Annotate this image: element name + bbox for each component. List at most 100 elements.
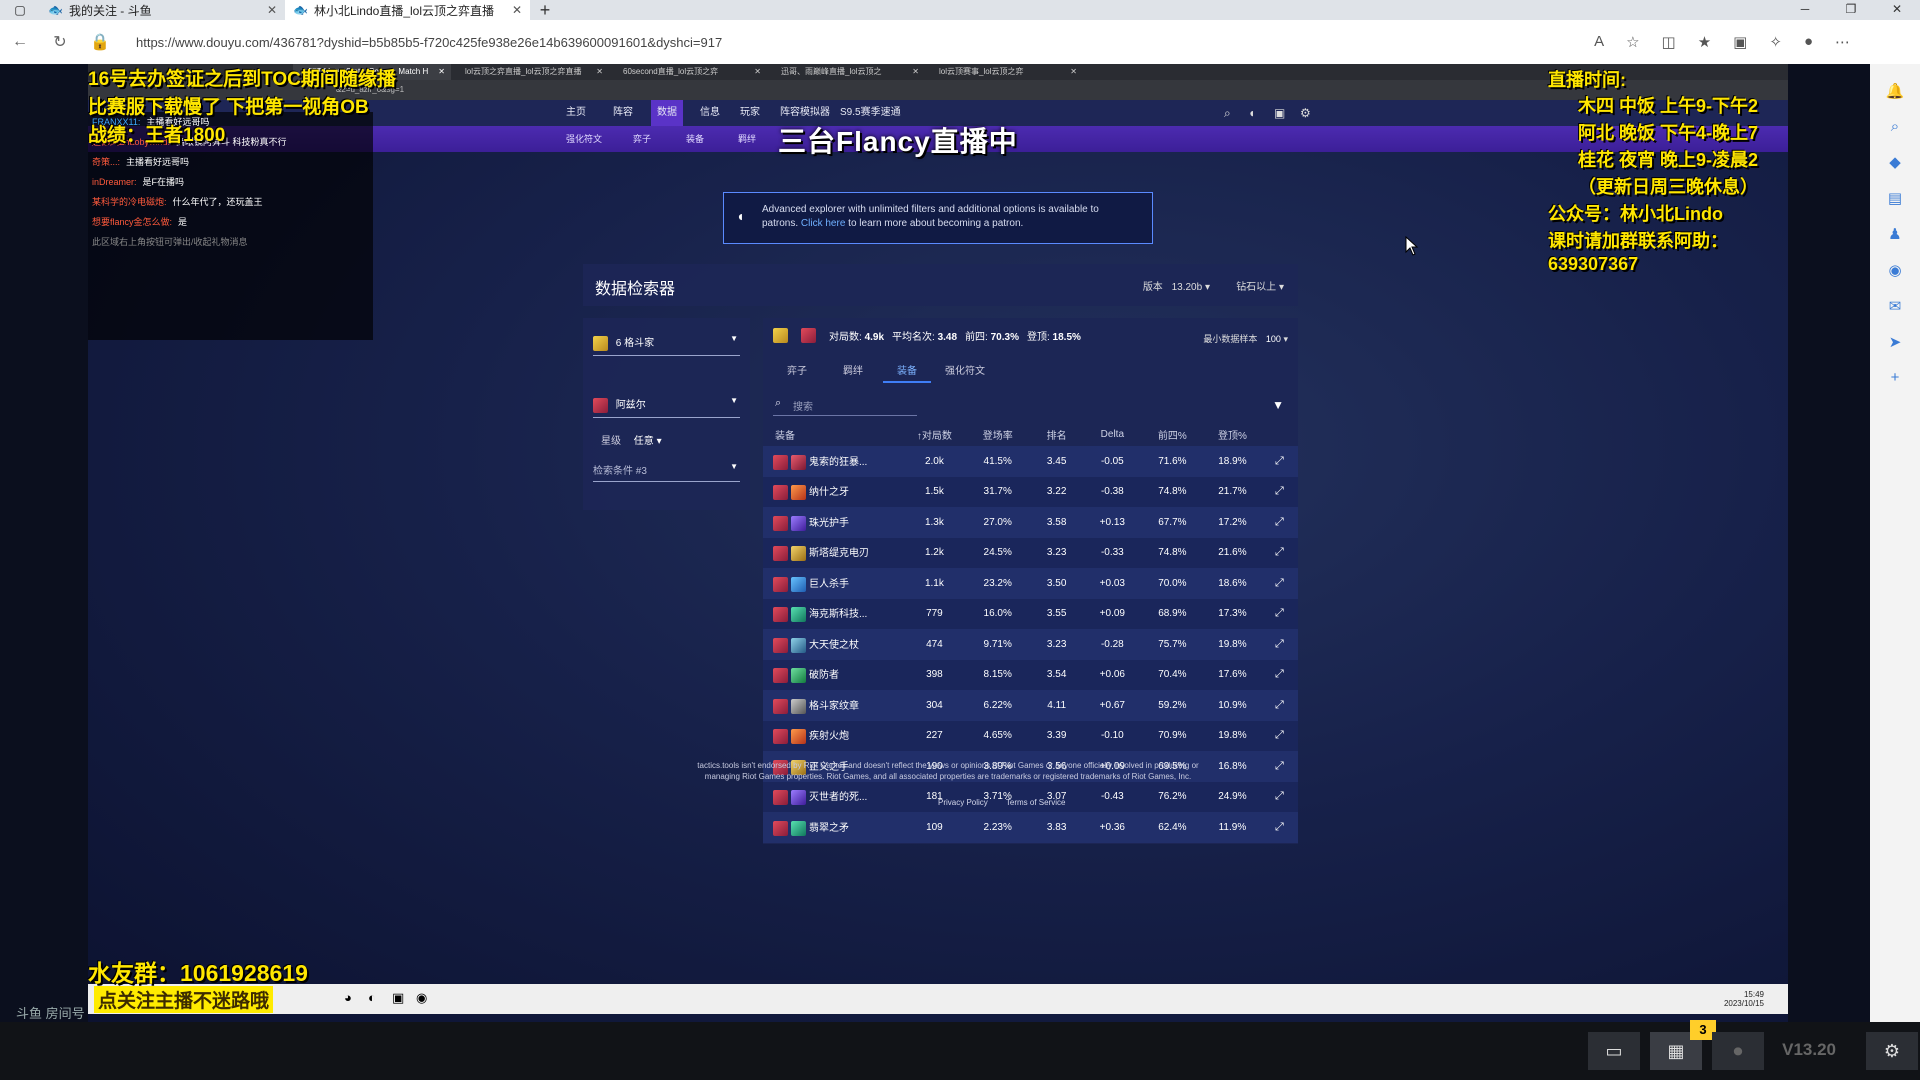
- table-row[interactable]: 珠光护手 1.3k 27.0% 3.58 +0.13 67.7% 17.2% ⤢: [763, 507, 1298, 538]
- favorite-icon[interactable]: ☆: [1626, 33, 1639, 51]
- collections-icon[interactable]: ▣: [1733, 33, 1747, 51]
- expand-icon[interactable]: ⤢: [1275, 577, 1284, 589]
- close-icon[interactable]: ✕: [596, 64, 603, 80]
- privacy-link[interactable]: Privacy Policy: [938, 798, 988, 807]
- col-top4[interactable]: 前四%: [1141, 422, 1204, 446]
- office-icon[interactable]: ◉: [1870, 261, 1920, 279]
- patreon-icon[interactable]: ◖: [1248, 100, 1255, 126]
- chat-username[interactable]: 某科学的冷电磁炮:: [92, 197, 167, 207]
- inner-tab[interactable]: lol云顶之弈直播_lol云顶之弈直播 ✕: [451, 64, 609, 80]
- edge-icon[interactable]: ◕: [344, 990, 352, 1005]
- table-row[interactable]: 翡翠之矛 109 2.23% 3.83 +0.36 62.4% 11.9% ⤢: [763, 812, 1298, 843]
- subnav-items[interactable]: 装备: [686, 126, 704, 152]
- table-row[interactable]: 巨人杀手 1.1k 23.2% 3.50 +0.03 70.0% 18.6% ⤢: [763, 568, 1298, 599]
- search-input[interactable]: ⌕ 搜索: [773, 397, 917, 416]
- expand-icon[interactable]: ⤢: [1275, 607, 1284, 619]
- col-item[interactable]: 装备: [763, 422, 903, 446]
- chat-username[interactable]: 想要flancy金怎么做:: [92, 217, 172, 227]
- subnav-units[interactable]: 弈子: [633, 126, 651, 152]
- stream-player[interactable]: TFT Meta, Stats, Comps, Match H ✕ lol云顶之弈…: [0, 64, 1870, 1022]
- table-row[interactable]: 灭世者的死... 181 3.71% 3.07 -0.43 76.2% 24.9% ⤢: [763, 781, 1298, 812]
- nav-players[interactable]: 玩家: [740, 100, 760, 126]
- expand-icon[interactable]: ⤢: [1275, 546, 1284, 558]
- settings-gear-button[interactable]: ⚙: [1866, 1032, 1918, 1070]
- col-place[interactable]: 排名: [1029, 422, 1084, 446]
- tab-items[interactable]: 装备: [883, 362, 931, 383]
- favorites-icon[interactable]: ★: [1698, 33, 1711, 51]
- table-row[interactable]: 斯塔缇克电刃 1.2k 24.5% 3.23 -0.33 74.8% 21.6% ⤢: [763, 537, 1298, 568]
- split-screen-icon[interactable]: ◫: [1662, 33, 1676, 51]
- lol-icon[interactable]: ◐: [368, 990, 376, 1005]
- window-menu-icon[interactable]: ▢: [0, 3, 40, 17]
- expand-icon[interactable]: ⤢: [1275, 699, 1284, 711]
- expand-icon[interactable]: ⤢: [1275, 485, 1284, 497]
- expand-icon[interactable]: ⤢: [1275, 455, 1284, 467]
- extensions-icon[interactable]: ✧: [1769, 33, 1782, 51]
- close-icon[interactable]: ✕: [1070, 64, 1077, 80]
- expand-icon[interactable]: ⤢: [1275, 516, 1284, 528]
- nav-comps[interactable]: 阵容: [613, 100, 633, 126]
- close-icon[interactable]: ✕: [754, 64, 761, 80]
- col-games[interactable]: ↑对局数: [903, 422, 966, 446]
- chat-bubble-button[interactable]: ▭: [1588, 1032, 1640, 1070]
- terms-link[interactable]: Terms of Service: [1006, 798, 1066, 807]
- close-window-button[interactable]: ✕: [1874, 0, 1920, 20]
- tab-traits[interactable]: 羁绊: [843, 362, 863, 377]
- close-icon[interactable]: ✕: [438, 64, 445, 80]
- new-tab-button[interactable]: +: [530, 0, 560, 21]
- table-row[interactable]: 大天使之杖 474 9.71% 3.23 -0.28 75.7% 19.8% ⤢: [763, 629, 1298, 660]
- microphone-button[interactable]: ⏺: [1712, 1032, 1764, 1070]
- toolbox-icon[interactable]: ▤: [1870, 189, 1920, 207]
- nav-info[interactable]: 信息: [700, 100, 720, 126]
- url-text[interactable]: https://www.douyu.com/436781?dyshid=b5b8…: [136, 35, 722, 50]
- filter-icon[interactable]: ▼: [1272, 398, 1284, 412]
- gear-icon[interactable]: ⚙: [1300, 100, 1311, 126]
- expand-icon[interactable]: ⤢: [1275, 668, 1284, 680]
- col-win[interactable]: 登顶%: [1204, 422, 1261, 446]
- search-icon[interactable]: ⌕: [1870, 118, 1920, 135]
- back-icon[interactable]: ←: [0, 33, 40, 51]
- inner-tab[interactable]: lol云顶赛事_lol云顶之弈 ✕: [925, 64, 1083, 80]
- table-row[interactable]: 疾射火炮 227 4.65% 3.39 -0.10 70.9% 19.8% ⤢: [763, 720, 1298, 751]
- nav-home[interactable]: 主页: [566, 100, 586, 126]
- chat-username[interactable]: 奇策...:: [92, 157, 120, 167]
- more-icon[interactable]: ⋯: [1835, 33, 1850, 51]
- refresh-icon[interactable]: ↻: [40, 32, 80, 52]
- add-icon[interactable]: +: [1870, 369, 1920, 386]
- tag-icon[interactable]: ◆: [1870, 153, 1920, 171]
- close-icon[interactable]: ✕: [267, 3, 277, 17]
- table-row[interactable]: 破防者 398 8.15% 3.54 +0.06 70.4% 17.6% ⤢: [763, 659, 1298, 690]
- unit-filter[interactable]: 阿兹尔 ▼: [593, 396, 740, 418]
- search-icon[interactable]: ⌕: [1224, 100, 1231, 126]
- col-delta[interactable]: Delta: [1084, 422, 1141, 446]
- rank-select[interactable]: 钻石以上 ▾: [1236, 278, 1284, 293]
- expand-icon[interactable]: ⤢: [1275, 821, 1284, 833]
- trait-filter[interactable]: 6 格斗家 ▼: [593, 334, 740, 356]
- expand-icon[interactable]: ⤢: [1275, 638, 1284, 650]
- outer-tab-stream[interactable]: 🐟 林小北Lindo直播_lol云顶之弈直播 ✕: [285, 0, 530, 20]
- expand-icon[interactable]: ⤢: [1275, 729, 1284, 741]
- condition-filter[interactable]: 检索条件 #3 ▼: [593, 462, 740, 482]
- nav-data[interactable]: 数据: [651, 100, 683, 126]
- table-row[interactable]: 鬼索的狂暴... 2.0k 41.5% 3.45 -0.05 71.6% 18.9% ⤢: [763, 446, 1298, 477]
- tab-augments[interactable]: 强化符文: [945, 362, 985, 377]
- app-icon[interactable]: ▣: [392, 990, 404, 1006]
- table-row[interactable]: 海克斯科技... 779 16.0% 3.55 +0.09 68.9% 17.3% ⤢: [763, 598, 1298, 629]
- subnav-traits[interactable]: 羁绊: [738, 126, 756, 152]
- close-icon[interactable]: ✕: [512, 3, 522, 17]
- star-level-filter[interactable]: 星级 任意 ▾: [601, 432, 662, 447]
- minimize-button[interactable]: ─: [1782, 0, 1828, 20]
- close-icon[interactable]: ✕: [912, 64, 919, 80]
- expand-icon[interactable]: ⤢: [1275, 760, 1284, 772]
- inner-tab[interactable]: 迅哥、雨巅峰直播_lol云顶之 ✕: [767, 64, 925, 80]
- version-select[interactable]: 版本 13.20b ▾: [1143, 278, 1210, 293]
- col-play-rate[interactable]: 登场率: [966, 422, 1029, 446]
- tab-units[interactable]: 弈子: [787, 362, 807, 377]
- chat-username[interactable]: inDreamer:: [92, 177, 137, 187]
- table-row[interactable]: 格斗家纹章 304 6.22% 4.11 +0.67 59.2% 10.9% ⤢: [763, 690, 1298, 721]
- outlook-icon[interactable]: ✉: [1870, 297, 1920, 315]
- discord-icon[interactable]: ▣: [1274, 100, 1285, 126]
- outer-tab-follow[interactable]: 🐟 我的关注 - 斗鱼 ✕: [40, 0, 285, 20]
- table-row[interactable]: 纳什之牙 1.5k 31.7% 3.22 -0.38 74.8% 21.7% ⤢: [763, 476, 1298, 507]
- read-aloud-icon[interactable]: A: [1594, 33, 1604, 51]
